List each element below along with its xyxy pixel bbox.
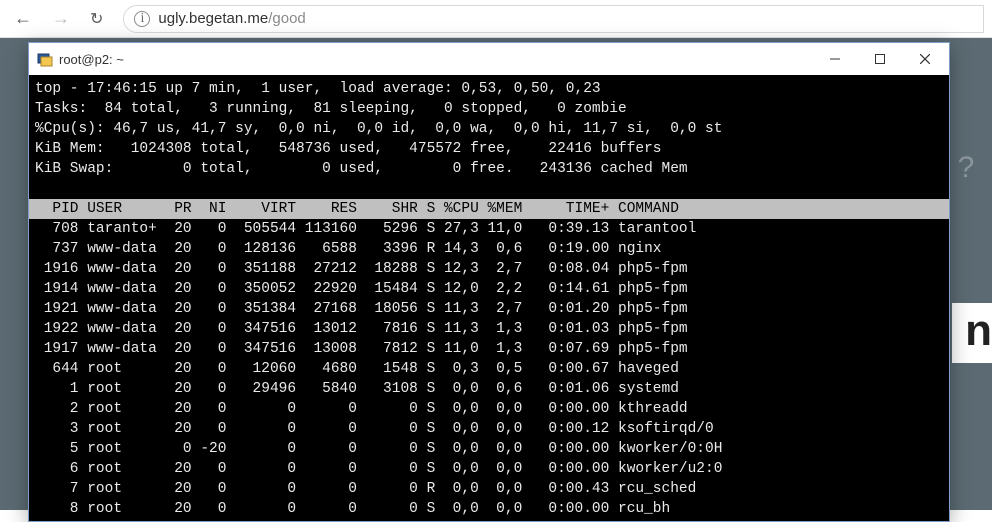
process-row: 1916 www-data 20 0 351188 27212 18288 S … [35,259,943,279]
putty-icon [37,51,53,67]
terminal-window: root@p2: ~ top - 17:46:15 up 7 min, 1 us… [28,42,950,522]
help-icon: ? [946,148,986,188]
browser-toolbar: ← → ↻ i ugly.begetan.me/good [0,0,992,38]
blank-line [35,179,943,199]
process-row: 1921 www-data 20 0 351384 27168 18056 S … [35,299,943,319]
maximize-button[interactable] [857,44,902,74]
process-table-header: PID USER PR NI VIRT RES SHR S %CPU %MEM … [29,199,949,219]
top-summary-line: KiB Swap: 0 total, 0 used, 0 free. 24313… [35,159,943,179]
process-row: 3 root 20 0 0 0 0 S 0,0 0,0 0:00.12 ksof… [35,419,943,439]
process-row: 1922 www-data 20 0 347516 13012 7816 S 1… [35,319,943,339]
window-titlebar[interactable]: root@p2: ~ [29,43,949,75]
close-button[interactable] [902,44,947,74]
url-text: ugly.begetan.me/good [158,10,305,27]
back-button[interactable]: ← [8,8,38,29]
process-row: 737 www-data 20 0 128136 6588 3396 R 14,… [35,239,943,259]
window-title: root@p2: ~ [59,52,812,67]
process-row: 5 root 0 -20 0 0 0 S 0,0 0,0 0:00.00 kwo… [35,439,943,459]
process-row: 6 root 20 0 0 0 0 S 0,0 0,0 0:00.00 kwor… [35,459,943,479]
top-summary-line: Tasks: 84 total, 3 running, 81 sleeping,… [35,99,943,119]
process-row: 1 root 20 0 29496 5840 3108 S 0,0 0,6 0:… [35,379,943,399]
process-row: 644 root 20 0 12060 4680 1548 S 0,3 0,5 … [35,359,943,379]
process-row: 8 root 20 0 0 0 0 S 0,0 0,0 0:00.00 rcu_… [35,499,943,519]
bg-letter: n [961,306,992,356]
process-row: 2 root 20 0 0 0 0 S 0,0 0,0 0:00.00 kthr… [35,399,943,419]
site-info-icon[interactable]: i [134,11,150,27]
address-bar[interactable]: i ugly.begetan.me/good [123,5,984,33]
forward-button[interactable]: → [46,8,76,29]
reload-button[interactable]: ↻ [84,9,109,29]
terminal-body[interactable]: top - 17:46:15 up 7 min, 1 user, load av… [29,75,949,521]
top-summary-line: %Cpu(s): 46,7 us, 41,7 sy, 0,0 ni, 0,0 i… [35,119,943,139]
top-summary-line: KiB Mem: 1024308 total, 548736 used, 475… [35,139,943,159]
process-row: 708 taranto+ 20 0 505544 113160 5296 S 2… [35,219,943,239]
process-row: 7 root 20 0 0 0 0 R 0,0 0,0 0:00.43 rcu_… [35,479,943,499]
top-summary-line: top - 17:46:15 up 7 min, 1 user, load av… [35,79,943,99]
process-row: 1914 www-data 20 0 350052 22920 15484 S … [35,279,943,299]
process-row: 1917 www-data 20 0 347516 13008 7812 S 1… [35,339,943,359]
minimize-button[interactable] [812,44,857,74]
